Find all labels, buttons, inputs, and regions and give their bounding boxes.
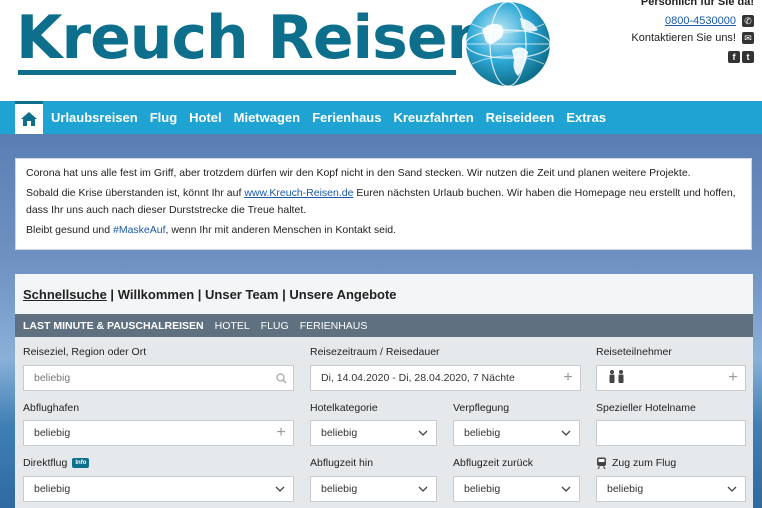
period-value: Di, 14.04.2020 - Di, 28.04.2020, 7 Nächt… (321, 372, 515, 384)
phone-row: 0800-4530000 ✆ (665, 15, 754, 27)
hotel-category-label: Hotelkategorie (310, 402, 378, 414)
website-link[interactable]: www.Kreuch-Reisen.de (244, 187, 353, 199)
departure-back-select[interactable]: beliebig (453, 476, 580, 502)
tab-ferienhaus[interactable]: FERIENHAUS (300, 320, 368, 332)
period-label: Reisezeitraum / Reisedauer (310, 346, 440, 358)
contact-row[interactable]: Kontaktieren Sie uns! ✉ (631, 32, 754, 44)
direct-flight-value: beliebig (34, 483, 71, 495)
nav-home[interactable] (15, 101, 43, 134)
direct-flight-select[interactable]: beliebig (23, 476, 294, 502)
search-panel: Schnellsuche | Willkommen | Unser Team |… (15, 274, 753, 508)
tab-schnellsuche[interactable]: Schnellsuche (23, 287, 107, 302)
search-icon (269, 372, 293, 384)
train-label: Zug zum Flug (612, 457, 677, 469)
tagline: Persönlich für Sie da! (640, 0, 754, 8)
departure-back-value: beliebig (464, 483, 501, 495)
logo-text[interactable]: Kreuch Reisen (16, 2, 489, 74)
twitter-icon[interactable]: t (742, 51, 754, 63)
destination-placeholder: beliebig (34, 372, 71, 384)
nav-item-reiseideen[interactable]: Reiseideen (480, 101, 561, 134)
tab-hotel[interactable]: HOTEL (215, 320, 250, 332)
nav-item-flug[interactable]: Flug (144, 101, 183, 134)
travelers-value (607, 370, 721, 386)
notice-text: Sobald die Krise überstanden ist, könnt … (26, 187, 245, 199)
train-value: beliebig (607, 483, 644, 495)
mail-icon: ✉ (742, 32, 754, 44)
chevron-down-icon (410, 430, 436, 436)
train-label-row: Zug zum Flug (596, 457, 676, 469)
tab-willkommen[interactable]: Willkommen (118, 287, 194, 302)
facebook-icon[interactable]: f (728, 51, 740, 63)
logo-underline (18, 70, 456, 75)
chevron-down-icon (553, 430, 579, 436)
destination-label: Reiseziel, Region oder Ort (23, 346, 147, 358)
main-nav: Urlaubsreisen Flug Hotel Mietwagen Ferie… (0, 101, 762, 134)
chevron-down-icon (553, 486, 579, 492)
notice-text: Bleibt gesund und (26, 224, 113, 236)
direct-flight-label-row: Direktflug Info (23, 457, 90, 469)
plus-icon: + (728, 369, 738, 386)
persons-icon (609, 370, 624, 383)
airport-input[interactable]: beliebig + (23, 420, 294, 446)
separator: | (106, 287, 118, 302)
notice-line-2: Sobald die Krise überstanden ist, könnt … (26, 185, 741, 219)
train-select[interactable]: beliebig (596, 476, 746, 502)
hotel-name-input[interactable] (596, 420, 746, 446)
tab-last-minute[interactable]: LAST MINUTE & PAUSCHALREISEN (23, 320, 204, 332)
separator: | (278, 287, 290, 302)
nav-item-urlaubsreisen[interactable]: Urlaubsreisen (45, 101, 144, 134)
panel-header: Schnellsuche | Willkommen | Unser Team |… (15, 274, 753, 314)
nav-item-mietwagen[interactable]: Mietwagen (228, 101, 306, 134)
chevron-down-icon (719, 486, 745, 492)
hashtag: #MaskeAuf (112, 224, 166, 236)
home-icon (21, 112, 37, 126)
notice-line-1: Corona hat uns alle fest im Griff, aber … (26, 167, 691, 179)
chevron-down-icon (267, 486, 293, 492)
board-label: Verpflegung (453, 402, 510, 414)
contact-link[interactable]: Kontaktieren Sie uns! (631, 32, 736, 44)
search-tabs: LAST MINUTE & PAUSCHALREISEN HOTEL FLUG … (15, 314, 753, 337)
social-links: f t (728, 51, 754, 63)
hotel-name-label: Spezieller Hotelname (596, 402, 696, 414)
plus-icon: + (563, 369, 573, 386)
direct-flight-label: Direktflug (23, 457, 68, 469)
board-select[interactable]: beliebig (453, 420, 580, 446)
notice-line-3: Bleibt gesund und #MaskeAuf, wenn Ihr mi… (26, 222, 741, 239)
hotel-category-select[interactable]: beliebig (310, 420, 437, 446)
nav-item-kreuzfahrten[interactable]: Kreuzfahrten (387, 101, 479, 134)
tab-unsere-angebote[interactable]: Unsere Angebote (289, 287, 396, 302)
globe-logo-icon (465, 1, 551, 87)
period-input[interactable]: Di, 14.04.2020 - Di, 28.04.2020, 7 Nächt… (310, 365, 581, 391)
departure-out-value: beliebig (321, 483, 358, 495)
destination-input[interactable]: beliebig (23, 365, 294, 391)
train-icon (597, 457, 606, 469)
travelers-input[interactable]: + (596, 365, 746, 391)
departure-back-label: Abflugzeit zurück (453, 457, 533, 469)
nav-item-ferienhaus[interactable]: Ferienhaus (306, 101, 387, 134)
departure-out-select[interactable]: beliebig (310, 476, 437, 502)
phone-icon: ✆ (742, 15, 754, 27)
nav-item-extras[interactable]: Extras (560, 101, 612, 134)
travelers-label: Reiseteilnehmer (596, 346, 672, 358)
board-value: beliebig (464, 427, 501, 439)
plus-icon: + (276, 424, 286, 441)
tab-flug[interactable]: FLUG (261, 320, 289, 332)
tab-unser-team[interactable]: Unser Team (205, 287, 278, 302)
site-header: Kreuch Reisen Persönlich für Sie da! 080… (0, 0, 762, 100)
departure-out-label: Abflugzeit hin (310, 457, 374, 469)
airport-label: Abflughafen (23, 402, 80, 414)
notice-text: , wenn Ihr mit anderen Menschen in Konta… (165, 224, 397, 236)
nav-item-hotel[interactable]: Hotel (183, 101, 228, 134)
hotel-category-value: beliebig (321, 427, 358, 439)
chevron-down-icon (410, 486, 436, 492)
corona-notice: Corona hat uns alle fest im Griff, aber … (15, 158, 752, 250)
airport-value: beliebig (34, 427, 71, 439)
info-badge[interactable]: Info (72, 458, 90, 468)
separator: | (194, 287, 206, 302)
phone-link[interactable]: 0800-4530000 (665, 15, 736, 27)
